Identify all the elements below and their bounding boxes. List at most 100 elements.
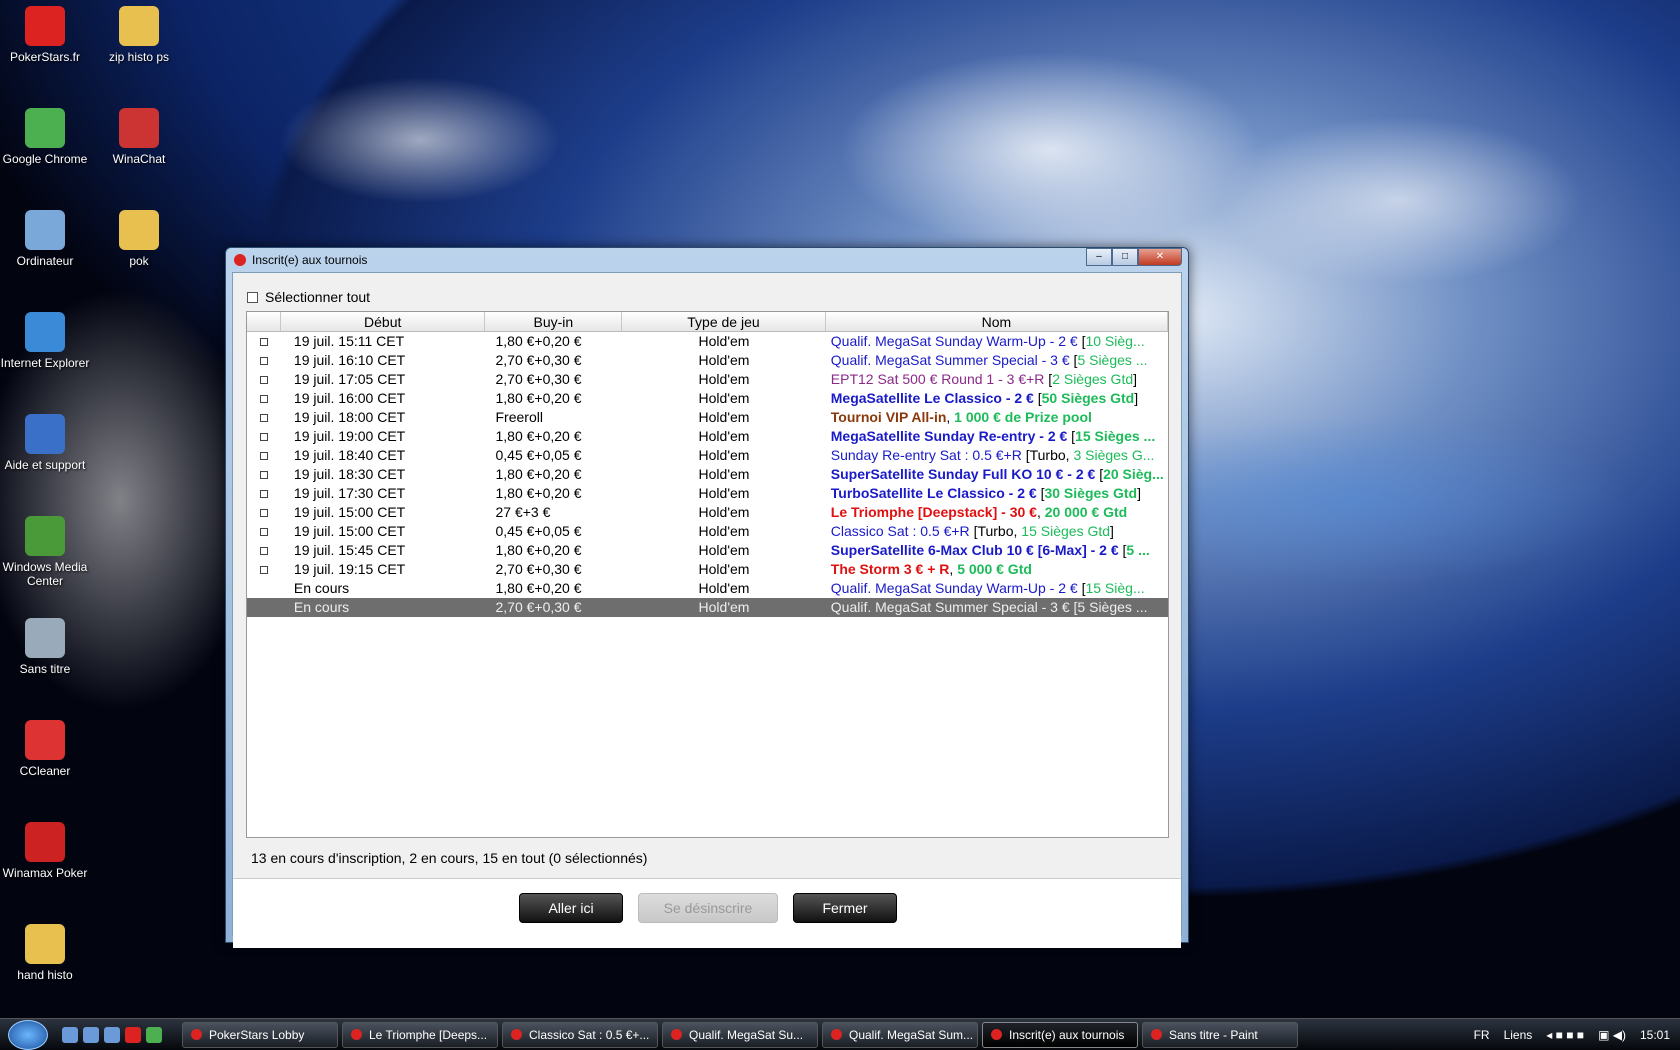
table-row[interactable]: 19 juil. 18:00 CET Freeroll Hold'em Tournoi… <box>247 408 1168 427</box>
row-checkbox[interactable] <box>259 432 268 441</box>
name-segment: ] <box>1137 485 1141 501</box>
row-checkbox[interactable] <box>259 565 268 574</box>
tray-icons[interactable]: ◂ ■ ■ ■ <box>1546 1028 1584 1042</box>
clock[interactable]: 15:01 <box>1640 1028 1670 1042</box>
name-segment: MegaSatellite Sunday Re-entry - 2 € <box>830 428 1072 444</box>
table-row[interactable]: 19 juil. 17:05 CET 2,70 €+0,30 € Hold'em EP… <box>247 370 1168 389</box>
table-row[interactable]: 19 juil. 15:00 CET 0,45 €+0,05 € Hold'em Cl… <box>247 522 1168 541</box>
desktop-icon[interactable]: pok <box>91 210 187 268</box>
table-row[interactable]: 19 juil. 19:00 CET 1,80 €+0,20 € Hold'em Me… <box>247 427 1168 446</box>
row-checkbox[interactable] <box>259 489 268 498</box>
show-desktop-icon[interactable] <box>62 1026 78 1043</box>
pokerstars-icon[interactable] <box>125 1026 141 1043</box>
column-header-check[interactable] <box>247 312 281 331</box>
column-header-name[interactable]: Nom <box>826 312 1168 331</box>
row-checkbox[interactable] <box>259 470 268 479</box>
desktop-icon[interactable]: Winamax Poker <box>0 822 93 880</box>
name-segment: Classico Sat : 0.5 €+R <box>830 523 974 539</box>
row-checkbox-cell[interactable] <box>247 560 281 579</box>
network-volume-icons[interactable]: ▣ ◀) <box>1598 1028 1626 1042</box>
internet-explorer-icon[interactable] <box>104 1026 120 1043</box>
close-button[interactable]: Fermer <box>793 893 897 923</box>
desktop-icon[interactable]: Sans titre <box>0 618 93 676</box>
start-cell: En cours <box>293 599 350 615</box>
desktop-icon[interactable]: WinaChat <box>91 108 187 166</box>
maximize-button[interactable]: □ <box>1112 248 1138 266</box>
close-window-button[interactable]: ✕ <box>1138 248 1182 266</box>
start-button[interactable] <box>8 1019 48 1050</box>
table-row[interactable]: En cours 2,70 €+0,30 € Hold'em Qualif. Mega… <box>247 598 1168 617</box>
desktop-icon[interactable]: Aide et support <box>0 414 93 472</box>
row-checkbox-cell[interactable] <box>247 389 281 408</box>
row-checkbox[interactable] <box>259 356 268 365</box>
start-cell: 19 juil. 15:00 CET <box>293 523 406 539</box>
table-row[interactable]: 19 juil. 16:00 CET 1,80 €+0,20 € Hold'em Me… <box>247 389 1168 408</box>
row-checkbox[interactable] <box>259 546 268 555</box>
buyin-cell: 1,80 €+0,20 € <box>495 542 582 558</box>
row-checkbox[interactable] <box>259 508 268 517</box>
desktop-icon[interactable]: Internet Explorer <box>0 312 93 370</box>
links-toolbar[interactable]: Liens <box>1504 1028 1533 1042</box>
row-checkbox[interactable] <box>259 394 268 403</box>
row-checkbox-cell[interactable] <box>247 522 281 541</box>
minimize-button[interactable]: – <box>1086 248 1112 266</box>
game-type-cell: Hold'em <box>698 580 750 596</box>
taskbar-button[interactable]: Le Triomphe [Deeps... <box>342 1021 498 1048</box>
row-checkbox-cell[interactable] <box>247 370 281 389</box>
app-icon <box>25 6 65 46</box>
desktop-icon[interactable]: Google Chrome <box>0 108 93 166</box>
app-icon <box>25 720 65 760</box>
column-header-game-type[interactable]: Type de jeu <box>622 312 826 331</box>
row-checkbox-cell[interactable] <box>247 446 281 465</box>
app-icon <box>25 924 65 964</box>
desktop-icon[interactable]: Windows Media Center <box>0 516 93 588</box>
game-type-cell: Hold'em <box>698 352 750 368</box>
desktop-icon[interactable]: hand histo <box>0 924 93 982</box>
taskbar-button[interactable]: Qualif. MegaSat Sum... <box>822 1021 978 1048</box>
table-row[interactable]: 19 juil. 17:30 CET 1,80 €+0,20 € Hold'em Tu… <box>247 484 1168 503</box>
column-header-start[interactable]: Début <box>281 312 486 331</box>
taskbar-button[interactable]: Sans titre - Paint <box>1142 1021 1298 1048</box>
name-segment: [Turbo, <box>1025 447 1074 463</box>
row-checkbox-cell[interactable] <box>247 427 281 446</box>
table-row[interactable]: 19 juil. 18:30 CET 1,80 €+0,20 € Hold'em Su… <box>247 465 1168 484</box>
table-row[interactable]: 19 juil. 15:00 CET 27 €+3 € Hold'em Le Trio… <box>247 503 1168 522</box>
row-checkbox-cell[interactable] <box>247 332 281 351</box>
table-row[interactable]: En cours 1,80 €+0,20 € Hold'em Qualif. Mega… <box>247 579 1168 598</box>
buyin-cell: Freeroll <box>495 409 543 425</box>
desktop-icon[interactable]: PokerStars.fr <box>0 6 93 64</box>
desktop-icon[interactable]: Ordinateur <box>0 210 93 268</box>
table-row[interactable]: 19 juil. 15:11 CET 1,80 €+0,20 € Hold'em Qu… <box>247 332 1168 351</box>
desktop-icon[interactable]: CCleaner <box>0 720 93 778</box>
taskbar-button[interactable]: PokerStars Lobby <box>182 1021 338 1048</box>
table-row[interactable]: 19 juil. 19:15 CET 2,70 €+0,30 € Hold'em Th… <box>247 560 1168 579</box>
table-row[interactable]: 19 juil. 15:45 CET 1,80 €+0,20 € Hold'em Su… <box>247 541 1168 560</box>
row-checkbox[interactable] <box>259 527 268 536</box>
row-checkbox[interactable] <box>259 337 268 346</box>
go-here-button[interactable]: Aller ici <box>519 893 623 923</box>
table-row[interactable]: 19 juil. 18:40 CET 0,45 €+0,05 € Hold'em Su… <box>247 446 1168 465</box>
app-icon <box>25 618 65 658</box>
taskbar-button[interactable]: Qualif. MegaSat Su... <box>662 1021 818 1048</box>
unregister-button[interactable]: Se désinscrire <box>638 893 778 923</box>
row-checkbox[interactable] <box>259 451 268 460</box>
row-checkbox-cell[interactable] <box>247 541 281 560</box>
language-indicator[interactable]: FR <box>1474 1028 1490 1042</box>
row-checkbox-cell[interactable] <box>247 503 281 522</box>
row-checkbox[interactable] <box>259 413 268 422</box>
select-all-checkbox[interactable]: Sélectionner tout <box>247 289 370 305</box>
row-checkbox-cell[interactable] <box>247 351 281 370</box>
column-header-buyin[interactable]: Buy-in <box>485 312 623 331</box>
table-row[interactable]: 19 juil. 16:10 CET 2,70 €+0,30 € Hold'em Qu… <box>247 351 1168 370</box>
game-type-cell: Hold'em <box>698 333 750 349</box>
row-checkbox-cell[interactable] <box>247 408 281 427</box>
title-bar[interactable]: Inscrit(e) aux tournois <box>226 248 1188 272</box>
chrome-icon[interactable] <box>146 1026 162 1043</box>
row-checkbox[interactable] <box>259 375 268 384</box>
row-checkbox-cell[interactable] <box>247 484 281 503</box>
desktop-icon[interactable]: zip histo ps <box>91 6 187 64</box>
switch-windows-icon[interactable] <box>83 1026 99 1043</box>
taskbar-button[interactable]: Inscrit(e) aux tournois <box>982 1021 1138 1048</box>
row-checkbox-cell[interactable] <box>247 465 281 484</box>
taskbar-button[interactable]: Classico Sat : 0.5 €+... <box>502 1021 658 1048</box>
